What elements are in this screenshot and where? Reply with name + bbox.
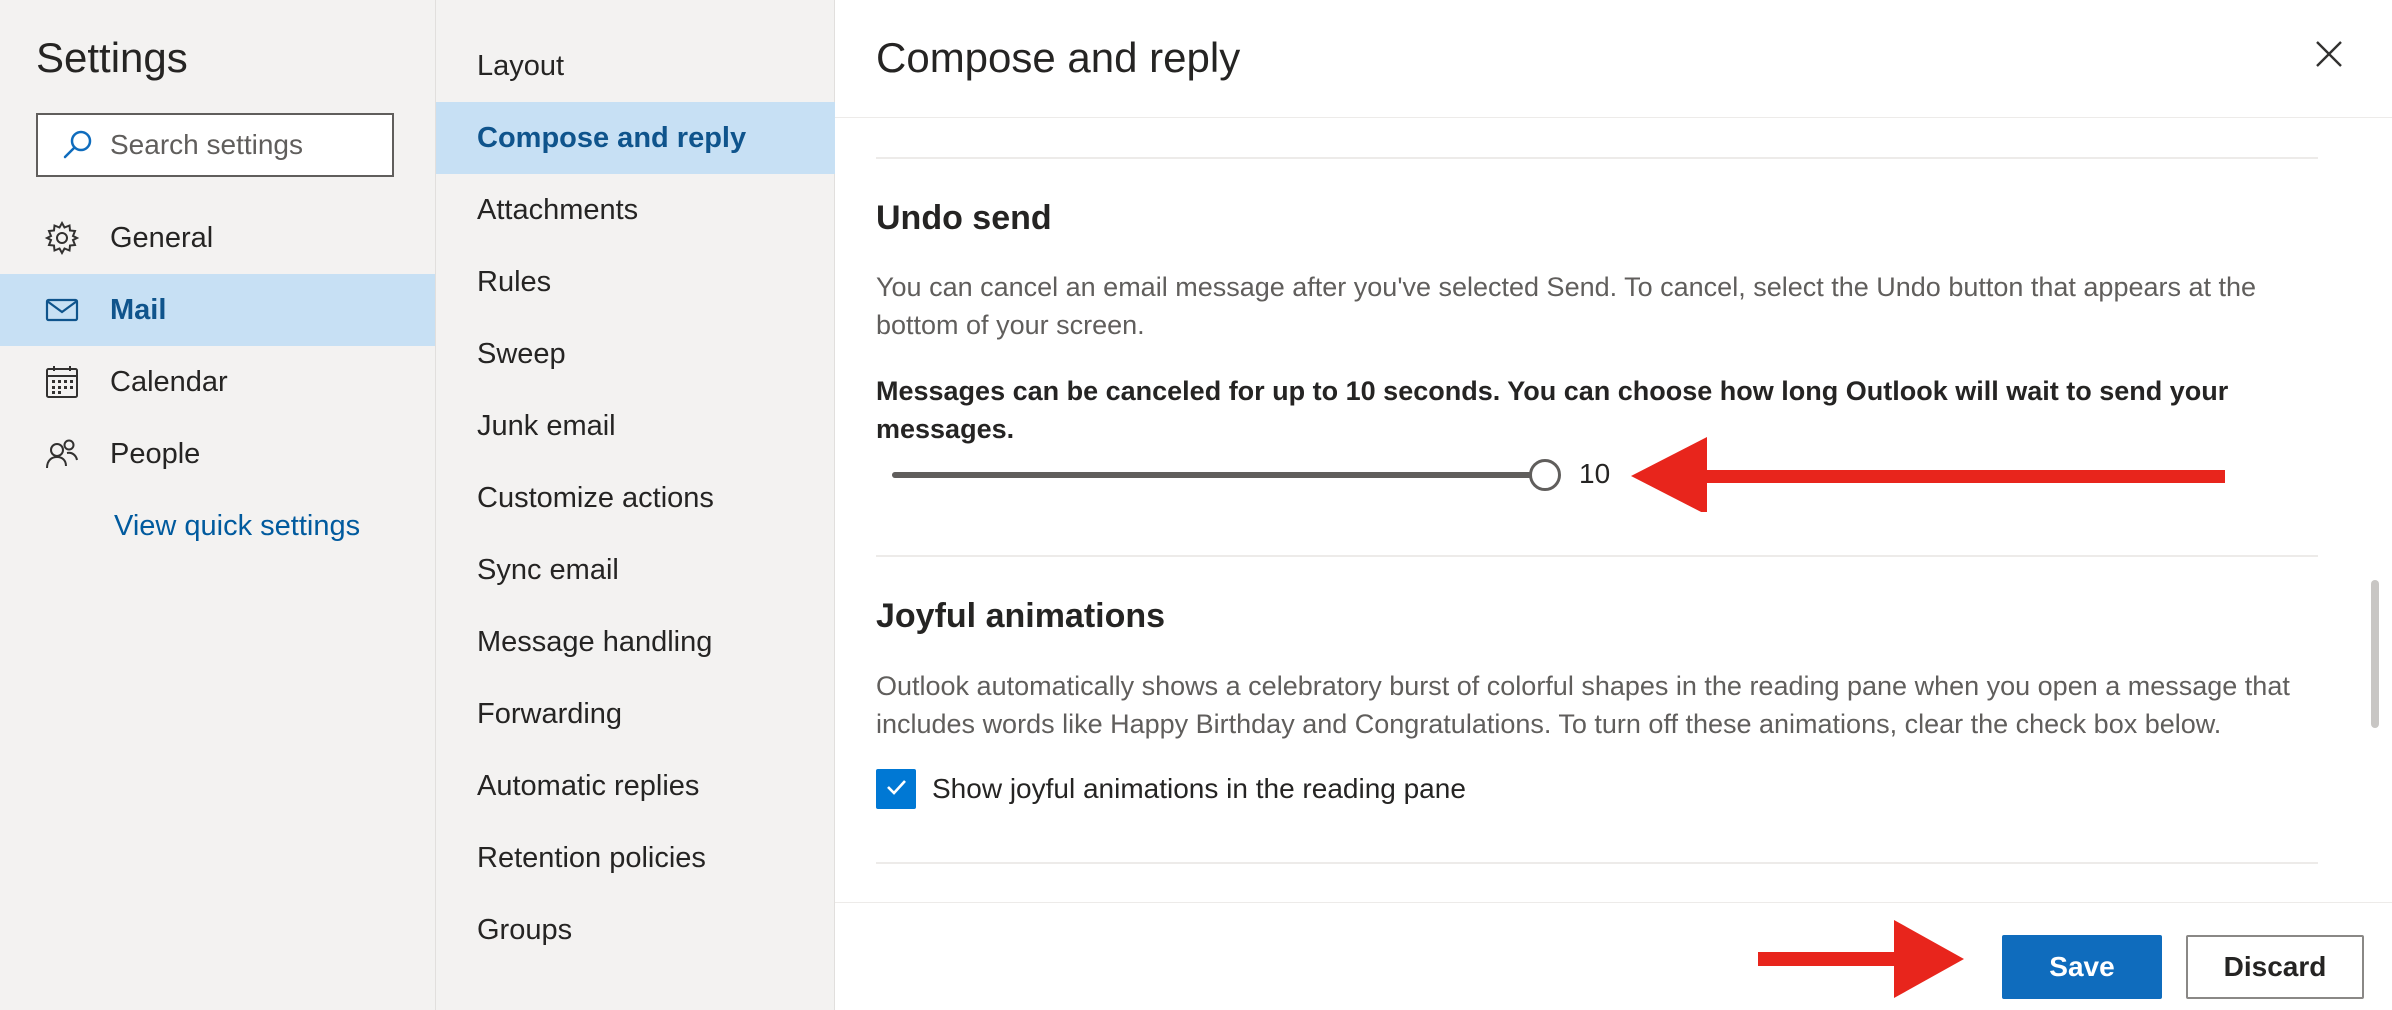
sidebar-item-mail[interactable]: Mail [0,274,435,346]
submenu-item-retention-policies[interactable]: Retention policies [436,822,836,894]
calendar-icon [42,362,82,402]
submenu-item-sweep[interactable]: Sweep [436,318,836,390]
submenu-item-compose-and-reply[interactable]: Compose and reply [436,102,836,174]
sidebar-item-general[interactable]: General [0,202,435,274]
undo-send-limit-text: Messages can be canceled for up to 10 se… [876,376,2229,444]
undo-send-title: Undo send [876,199,1052,237]
checkbox-label: Show joyful animations in the reading pa… [932,773,1466,804]
outlook-settings-dialog: Settings General [0,0,2392,1010]
section-divider [876,862,2318,864]
close-button[interactable] [2311,38,2347,74]
checkmark-icon [883,774,909,805]
compose-and-reply-pane: Compose and reply Undo send You can canc… [835,0,2392,1010]
submenu-item-junk-email[interactable]: Junk email [436,390,836,462]
joyful-animations-title: Joyful animations [876,597,1166,635]
search-settings-box[interactable] [36,113,394,177]
scrollbar-thumb[interactable] [2371,580,2379,728]
mail-icon [42,290,82,330]
section-divider [876,157,2318,159]
sidebar-item-people[interactable]: People [0,418,435,490]
sidebar-item-calendar[interactable]: Calendar [0,346,435,418]
page-title: Compose and reply [876,34,1241,81]
people-icon [42,434,82,474]
undo-send-description: You can cancel an email message after yo… [876,272,2257,340]
joyful-animations-description: Outlook automatically shows a celebrator… [876,671,2290,739]
slider-thumb[interactable] [1529,459,1561,491]
joyful-animations-checkbox[interactable] [876,769,916,809]
submenu-item-customize-actions[interactable]: Customize actions [436,462,836,534]
sidebar-item-label: General [110,221,214,254]
submenu-item-rules[interactable]: Rules [436,246,836,318]
submenu-item-groups[interactable]: Groups [436,894,836,966]
settings-category-pane: Settings General [0,0,435,1010]
sidebar-item-label: Mail [110,293,167,326]
slider-fill [892,472,1546,478]
section-divider [876,555,2318,557]
submenu-item-message-handling[interactable]: Message handling [436,606,836,678]
view-quick-settings-link[interactable]: View quick settings [114,510,360,543]
sidebar-item-label: Calendar [110,365,228,398]
close-icon [2315,40,2343,73]
mail-submenu: Layout Compose and reply Attachments Rul… [435,0,836,1010]
sidebar-item-label: People [110,437,201,470]
joyful-animations-option[interactable]: Show joyful animations in the reading pa… [876,768,1466,810]
content-header: Compose and reply [835,0,2392,118]
submenu-item-layout[interactable]: Layout [436,30,836,102]
submenu-item-sync-email[interactable]: Sync email [436,534,836,606]
discard-button[interactable]: Discard [2186,935,2364,999]
save-button[interactable]: Save [2002,935,2162,999]
gear-icon [42,218,82,258]
search-icon [58,125,98,165]
submenu-item-forwarding[interactable]: Forwarding [436,678,836,750]
slider-track[interactable] [892,472,1546,478]
slider-value: 10 [1579,458,1611,489]
dialog-footer: Save Discard [835,902,2392,1010]
search-input[interactable] [110,129,370,161]
submenu-item-automatic-replies[interactable]: Automatic replies [436,750,836,822]
submenu-item-attachments[interactable]: Attachments [436,174,836,246]
settings-title: Settings [36,34,188,81]
